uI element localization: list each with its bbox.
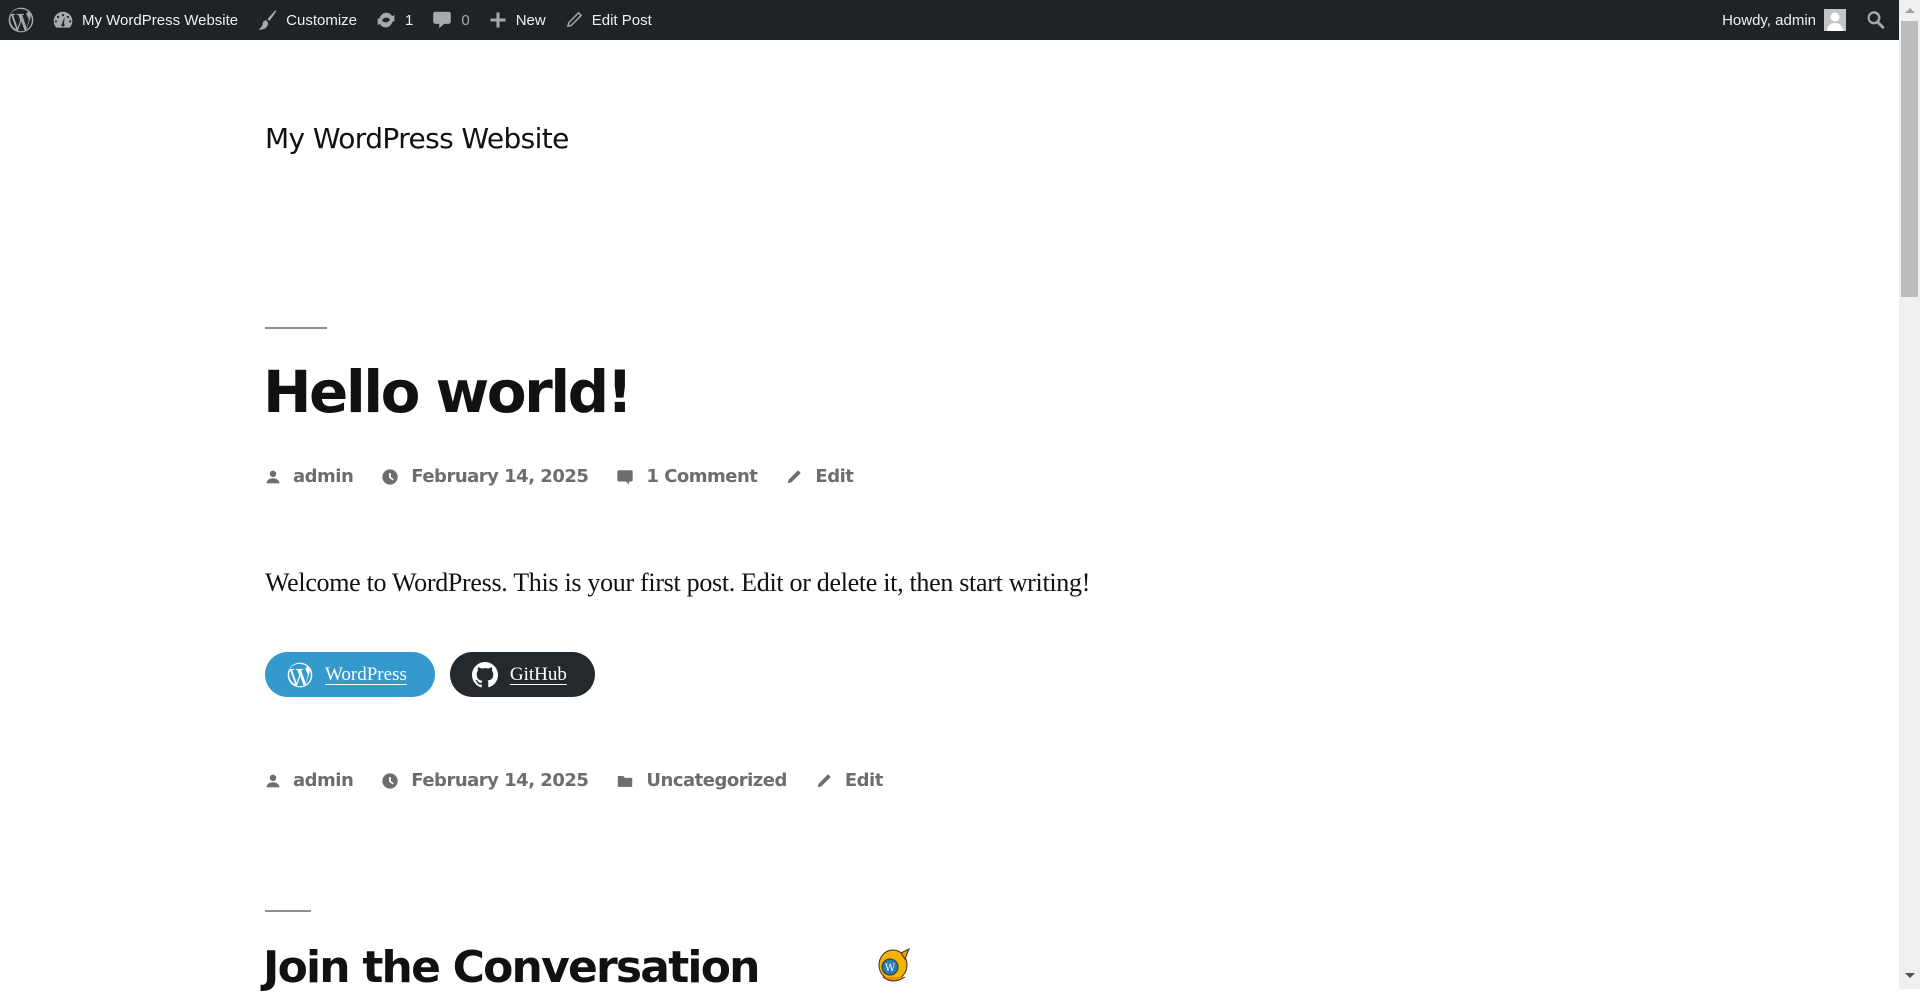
new-content-menu[interactable]: New (479, 0, 555, 40)
comment-bubble-icon (433, 11, 452, 29)
pencil-icon (788, 469, 802, 483)
comments-title: Join the Conversation (263, 942, 760, 993)
post-meta-bottom: admin February 14, 2025 Uncategorized Ed… (265, 770, 911, 791)
github-icon (471, 661, 498, 687)
new-label: New (515, 11, 546, 29)
scroll-down-arrow-icon[interactable] (1905, 973, 1915, 978)
updates-icon (377, 12, 395, 28)
wordpress-link-label: WordPress (325, 663, 407, 685)
wp-logo-menu[interactable] (0, 0, 43, 40)
folder-icon (618, 775, 633, 787)
my-account-menu[interactable]: Howdy, admin (1713, 0, 1855, 40)
wordpress-social-link[interactable]: WordPress (265, 652, 435, 697)
site-title[interactable]: My WordPress Website (265, 122, 569, 155)
github-social-link[interactable]: GitHub (449, 652, 595, 697)
search-icon (1867, 11, 1885, 30)
comments-count: 0 (461, 11, 470, 29)
comments-link[interactable]: 0 (422, 0, 478, 40)
svg-text:W: W (885, 963, 896, 974)
meta-author-link[interactable]: admin (293, 466, 354, 487)
pencil-icon (817, 773, 831, 787)
dashboard-icon (53, 11, 73, 28)
updates-count: 1 (405, 11, 414, 29)
meta-category-link[interactable]: Uncategorized (646, 770, 787, 791)
post-meta-top: admin February 14, 2025 1 Comment Edit (265, 466, 881, 487)
site-name-label: My WordPress Website (82, 11, 239, 29)
updates-link[interactable]: 1 (366, 0, 422, 40)
clock-icon (382, 772, 398, 789)
scroll-up-arrow-icon[interactable] (1905, 8, 1915, 13)
user-silhouette-icon (1827, 12, 1843, 31)
vertical-scrollbar[interactable] (1899, 0, 1920, 989)
edit-post-link[interactable]: Edit Post (555, 0, 661, 40)
meta-comments[interactable]: 1 Comment (616, 466, 758, 487)
comment-icon (617, 469, 634, 485)
scrollbar-thumb[interactable] (1901, 21, 1918, 297)
meta-date-link[interactable]: February 14, 2025 (411, 770, 589, 791)
comments-separator (265, 910, 311, 912)
meta-author[interactable]: admin (265, 770, 354, 791)
user-icon (266, 774, 280, 787)
meta-edit-link[interactable]: Edit (815, 466, 853, 487)
howdy-label: Howdy, admin (1722, 11, 1816, 29)
customize-label: Customize (286, 11, 358, 29)
paintbrush-icon (258, 10, 277, 30)
user-icon (266, 470, 280, 483)
clock-icon (382, 468, 398, 485)
post-content: Welcome to WordPress. This is your first… (265, 568, 1091, 597)
plus-icon (490, 12, 506, 28)
meta-author-link[interactable]: admin (293, 770, 354, 791)
wordpress-icon (287, 662, 313, 687)
meta-date[interactable]: February 14, 2025 (381, 770, 589, 791)
pencil-icon (566, 11, 582, 28)
meta-edit-link[interactable]: Edit (845, 770, 883, 791)
meta-edit[interactable]: Edit (815, 770, 883, 791)
wordpress-logo-icon (8, 7, 34, 33)
post-title: Hello world! (263, 358, 633, 426)
customize-link[interactable]: Customize (247, 0, 366, 40)
github-link-label: GitHub (509, 663, 567, 685)
admin-bar: My WordPress Website Customize 1 0 New E… (0, 0, 1899, 40)
social-links: WordPress GitHub (265, 652, 610, 697)
wapuu-mascot-icon: W (875, 945, 911, 989)
title-separator (265, 327, 327, 329)
meta-edit[interactable]: Edit (785, 466, 854, 487)
meta-author[interactable]: admin (265, 466, 354, 487)
meta-comments-link[interactable]: 1 Comment (646, 466, 758, 487)
meta-date[interactable]: February 14, 2025 (381, 466, 589, 487)
site-name-menu[interactable]: My WordPress Website (43, 0, 247, 40)
avatar (1824, 9, 1846, 31)
meta-date-link[interactable]: February 14, 2025 (411, 466, 589, 487)
edit-post-label: Edit Post (591, 11, 652, 29)
search-button[interactable] (1855, 0, 1899, 40)
meta-category[interactable]: Uncategorized (616, 770, 787, 791)
